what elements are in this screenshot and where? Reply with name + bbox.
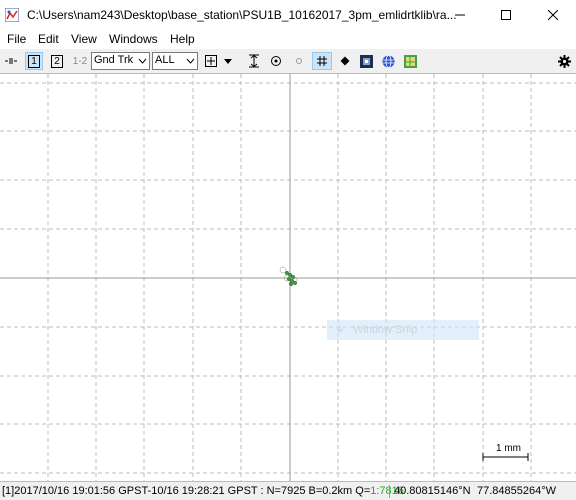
status-divider	[389, 485, 390, 498]
latitude-readout: 40.80815146°N	[394, 485, 471, 497]
receiver-1-label: 1	[28, 54, 40, 68]
window-title: C:\Users\nam243\Desktop\base_station\PSU…	[27, 8, 457, 22]
chevron-down-icon	[138, 58, 147, 64]
menu-windows[interactable]: Windows	[109, 32, 158, 46]
map-view-button[interactable]	[402, 52, 418, 70]
maximize-button[interactable]	[483, 0, 529, 30]
minimize-button[interactable]	[437, 0, 483, 30]
center-origin-button[interactable]	[203, 52, 219, 70]
ground-track-plot[interactable]: 1 mm Window Snip	[0, 73, 576, 482]
dropdown-arrow-icon	[224, 59, 232, 64]
map-icon	[403, 54, 417, 68]
map-image-icon	[359, 54, 373, 68]
maximize-icon	[501, 10, 511, 20]
gear-icon	[557, 54, 571, 68]
status-bar: [1]2017/10/16 19:01:56 GPST-10/16 19:28:…	[0, 481, 576, 500]
window-snip-label: Window Snip	[353, 324, 418, 336]
menu-edit[interactable]: Edit	[38, 32, 59, 46]
window-snip-overlay: Window Snip	[327, 320, 479, 340]
receiver-1-button[interactable]: 1	[25, 52, 43, 70]
snip-icon	[336, 325, 344, 333]
rtkplot-app-icon	[5, 8, 19, 22]
solution-info-text: [1]2017/10/16 19:01:56 GPST-10/16 19:28:…	[2, 485, 371, 497]
fit-vertical-button[interactable]	[246, 52, 262, 70]
close-button[interactable]	[530, 0, 576, 30]
target-icon	[271, 56, 281, 66]
grid-toggle-button[interactable]	[312, 52, 332, 70]
plot-type-select[interactable]: Gnd Trk	[91, 52, 150, 70]
solution-info: [1]2017/10/16 19:01:56 GPST-10/16 19:28:…	[2, 485, 404, 497]
marker-button[interactable]	[338, 52, 352, 70]
fit-range-icon	[249, 54, 259, 68]
menu-file[interactable]: File	[7, 32, 26, 46]
drag-handle-icon	[5, 58, 17, 64]
scale-bar-label: 1 mm	[496, 443, 521, 454]
receiver-2-label: 2	[51, 54, 63, 68]
point-button[interactable]	[292, 52, 306, 70]
google-earth-button[interactable]	[380, 52, 396, 70]
receiver-1-2-label: 1-2	[72, 55, 88, 67]
satellite-filter-select[interactable]: ALL	[152, 52, 198, 70]
image-button[interactable]	[358, 52, 374, 70]
grid-icon	[317, 56, 327, 66]
receiver-2-button[interactable]: 2	[48, 52, 66, 70]
globe-icon	[382, 54, 394, 68]
toolbar-handle[interactable]	[3, 52, 19, 70]
plot-canvas	[0, 74, 576, 482]
toolbar: 1 2 1-2 Gnd Trk ALL	[0, 49, 576, 73]
receiver-1-2-button[interactable]: 1-2	[70, 52, 90, 70]
menu-bar: File Edit View Windows Help	[0, 30, 576, 49]
diamond-icon	[340, 56, 350, 66]
plot-type-value: Gnd Trk	[94, 54, 134, 66]
menu-view[interactable]: View	[71, 32, 97, 46]
origin-dropdown-button[interactable]	[222, 52, 234, 70]
center-position-button[interactable]	[268, 52, 284, 70]
scale-bar	[482, 453, 529, 461]
menu-help[interactable]: Help	[170, 32, 195, 46]
minimize-icon	[455, 14, 465, 16]
settings-button[interactable]	[556, 52, 572, 70]
close-icon	[548, 10, 558, 20]
title-bar: C:\Users\nam243\Desktop\base_station\PSU…	[0, 0, 576, 30]
small-circle-icon	[296, 58, 302, 64]
satellite-filter-value: ALL	[155, 54, 175, 66]
longitude-readout: 77.84855264°W	[477, 485, 557, 497]
chevron-down-icon	[186, 58, 195, 64]
origin-crosshair-icon	[205, 55, 217, 67]
position-points	[279, 266, 298, 287]
